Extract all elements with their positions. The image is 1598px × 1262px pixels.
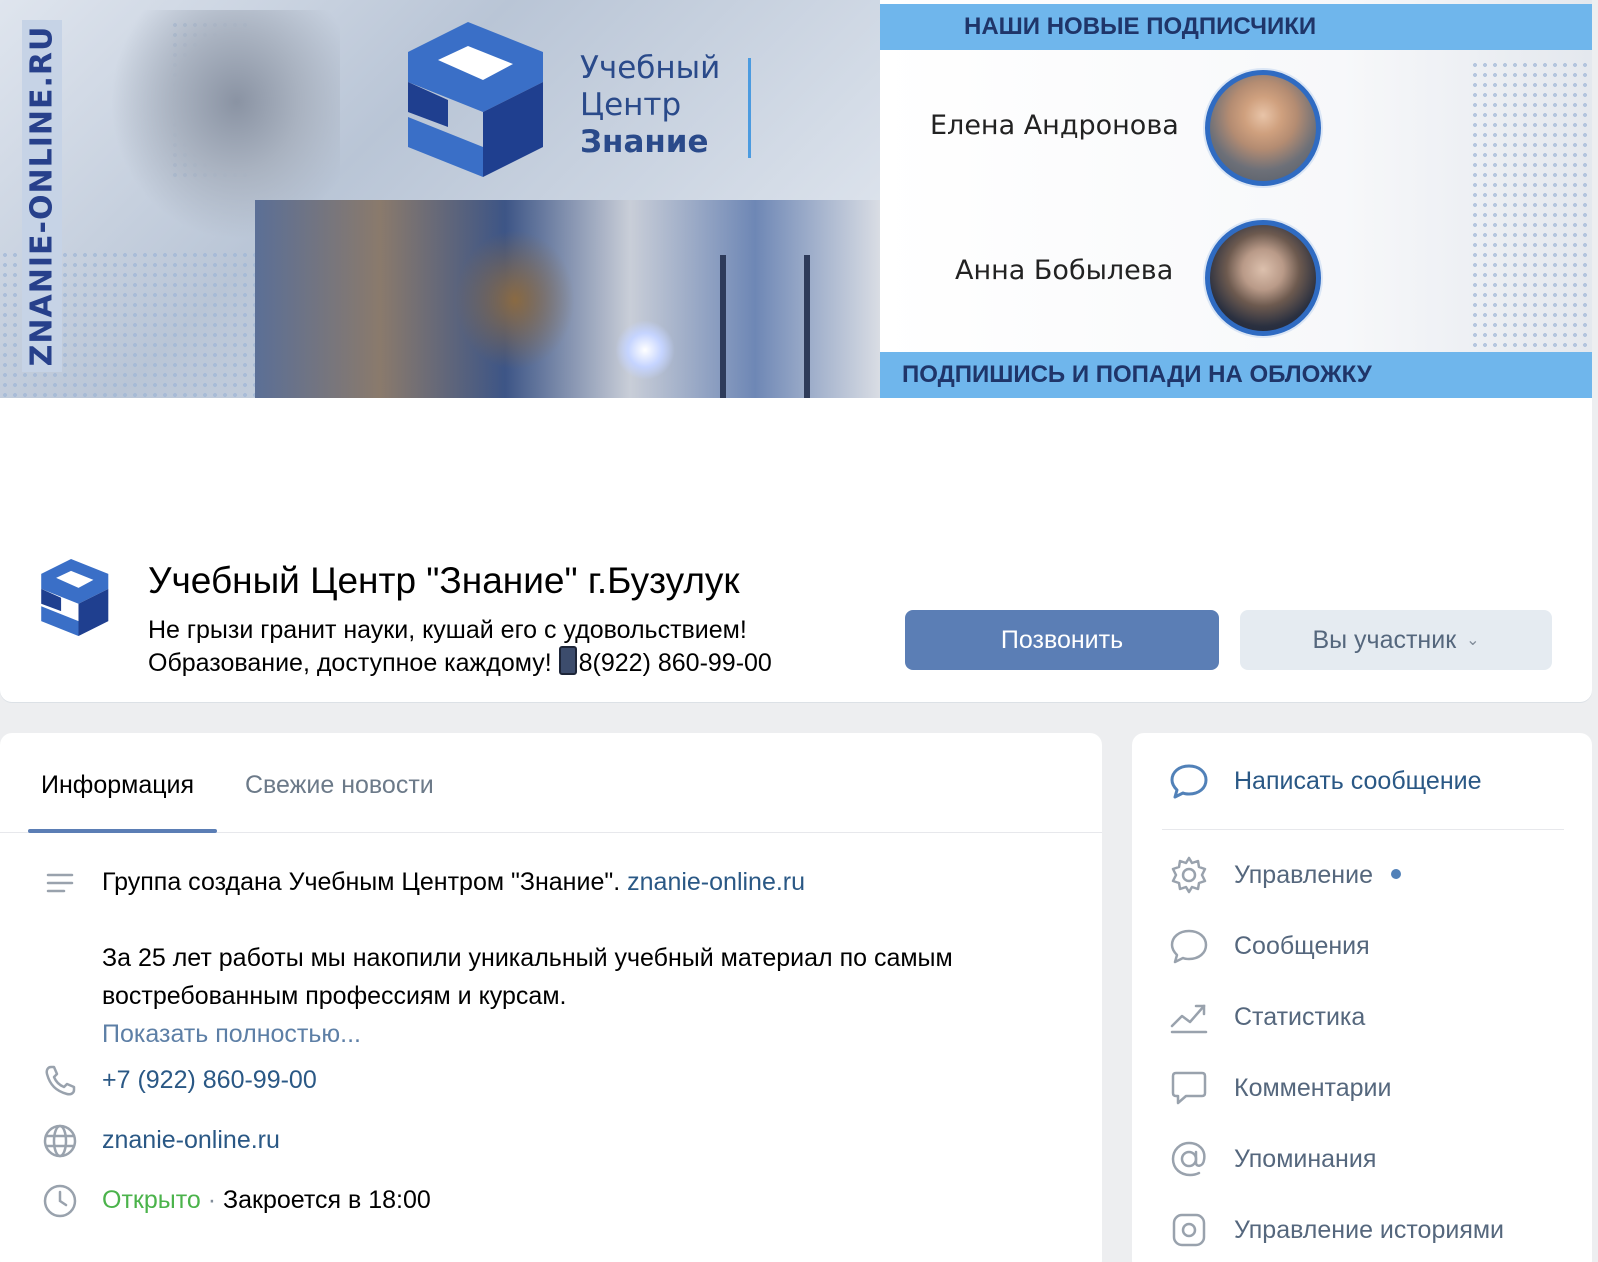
closing-time: Закроется в 18:00 <box>223 1186 431 1214</box>
chart-trend-icon <box>1168 996 1210 1038</box>
tab-information[interactable]: Информация <box>41 771 194 800</box>
cover-logo-text: Учебный Центр Знание <box>580 50 721 160</box>
sidebar-item-manage[interactable]: Управление <box>1168 854 1401 896</box>
sidebar-item-messages[interactable]: Сообщения <box>1168 925 1370 967</box>
cover-industry-image <box>255 200 880 398</box>
phone-link[interactable]: +7 (922) 860-99-00 <box>102 1061 317 1099</box>
sidebar-divider <box>1162 829 1564 830</box>
sidebar-item-label: Управление историями <box>1234 1215 1505 1244</box>
mobile-phone-icon <box>558 646 577 675</box>
cover-banner-bottom: ПОДПИШИСЬ И ПОПАДИ НА ОБЛОЖКУ <box>880 352 1592 398</box>
show-more-link[interactable]: Показать полностью... <box>102 1015 361 1053</box>
group-title: Учебный Центр "Знание" г.Бузулук <box>148 560 740 601</box>
sidebar-item-stories[interactable]: Управление историями <box>1168 1209 1504 1251</box>
sidebar-item-mentions[interactable]: Упоминания <box>1168 1138 1376 1180</box>
description-text: Группа создана Учебным Центром "Знание".… <box>102 868 806 896</box>
member-dropdown-button[interactable]: Вы участник ⌄ <box>1240 610 1552 670</box>
website-link[interactable]: znanie-online.ru <box>102 1121 280 1159</box>
comment-icon <box>1168 1067 1210 1109</box>
hours-text[interactable]: Открыто · Закроется в 18:00 <box>102 1181 431 1219</box>
chat-bubble-icon <box>1168 925 1210 967</box>
sidebar-item-statistics[interactable]: Статистика <box>1168 996 1365 1038</box>
subscriber-name: Елена Андронова <box>930 110 1179 141</box>
write-message-button[interactable]: Написать сообщение <box>1168 760 1482 802</box>
group-cover-image[interactable]: ZNANIE-ONLINE.RU Учебный Центр Знание НА… <box>0 0 1592 398</box>
sidebar-item-label: Сообщения <box>1234 931 1370 960</box>
stories-icon <box>1168 1209 1210 1251</box>
sidebar-item-comments[interactable]: Комментарии <box>1168 1067 1391 1109</box>
info-tabs: Информация Свежие новости <box>0 733 1102 833</box>
globe-icon <box>43 1124 77 1158</box>
subscriber-avatar <box>1205 70 1321 186</box>
znanie-logo-icon <box>408 22 543 177</box>
group-status: Не грызи гранит науки, кушай его с удово… <box>148 616 772 677</box>
description-link[interactable]: znanie-online.ru <box>627 868 805 896</box>
group-header-card: ZNANIE-ONLINE.RU Учебный Центр Знание НА… <box>0 0 1592 702</box>
clock-icon <box>43 1184 77 1218</box>
at-icon <box>1168 1138 1210 1180</box>
gear-icon <box>1168 854 1210 896</box>
description-lines-icon <box>46 873 74 893</box>
tab-fresh-news[interactable]: Свежие новости <box>245 771 434 800</box>
description-body: За 25 лет работы мы накопили уникальный … <box>102 944 953 1010</box>
subscriber-name: Анна Бобылева <box>955 255 1174 286</box>
sidebar-item-label: Комментарии <box>1234 1073 1392 1102</box>
call-button[interactable]: Позвонить <box>905 610 1219 670</box>
info-card: Информация Свежие новости Группа создана… <box>0 733 1102 1262</box>
cover-banner-top: НАШИ НОВЫЕ ПОДПИСЧИКИ <box>880 4 1592 50</box>
sidebar-item-label: Упоминания <box>1234 1144 1377 1173</box>
group-avatar[interactable] <box>40 559 112 641</box>
active-tab-indicator <box>28 829 217 833</box>
open-status: Открыто <box>102 1186 201 1214</box>
cover-subscribers-panel <box>880 0 1592 398</box>
separator-dot: · <box>207 1186 217 1214</box>
cover-vertical-label: ZNANIE-ONLINE.RU <box>22 20 62 372</box>
subscriber-avatar <box>1205 220 1321 336</box>
sidebar-item-label: Статистика <box>1234 1002 1366 1031</box>
actions-card: Написать сообщение Управление Сообщения … <box>1132 733 1592 1262</box>
message-bubble-icon <box>1168 760 1210 802</box>
write-message-label: Написать сообщение <box>1234 766 1482 795</box>
sidebar-item-label: Управление <box>1234 861 1401 890</box>
chevron-down-icon: ⌄ <box>1466 632 1480 649</box>
logo-divider <box>748 58 751 158</box>
notification-dot <box>1390 868 1401 879</box>
phone-icon <box>45 1065 76 1096</box>
